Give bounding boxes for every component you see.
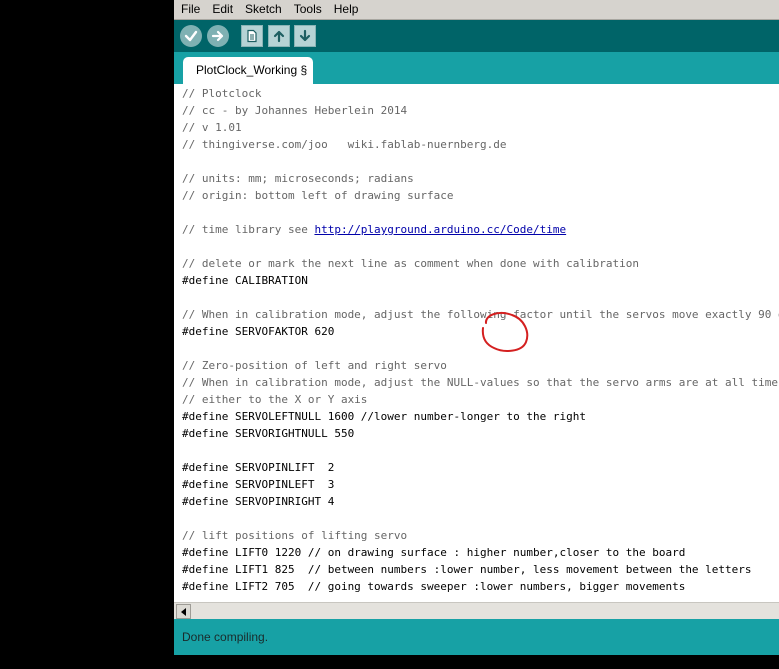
horizontal-scrollbar[interactable] xyxy=(174,602,779,619)
document-icon xyxy=(247,29,257,43)
code-line: // time library see http://playground.ar… xyxy=(182,223,567,236)
code-line: // lift positions of lifting servo xyxy=(182,529,408,542)
tab-bar: PlotClock_Working § xyxy=(174,52,779,84)
code-line: // Plotclock xyxy=(182,87,262,100)
code-line: #define CALIBRATION xyxy=(182,274,308,287)
code-line: // units: mm; microseconds; radians xyxy=(182,172,414,185)
code-line: #define LIFT0 1220 // on drawing surface… xyxy=(182,546,686,559)
code-line: // When in calibration mode, adjust the … xyxy=(182,376,779,389)
tab-plotclock-working[interactable]: PlotClock_Working § xyxy=(183,57,314,84)
menu-edit[interactable]: Edit xyxy=(206,1,239,18)
code-editor[interactable]: // Plotclock // cc - by Johannes Heberlei… xyxy=(174,84,779,602)
code-line: #define SERVORIGHTNULL 550 xyxy=(182,427,355,440)
code-line: // v 1.01 xyxy=(182,121,242,134)
arrow-left-icon xyxy=(181,607,186,616)
status-bar: Done compiling. xyxy=(174,619,779,655)
arduino-ide-window: File Edit Sketch Tools Help PlotClock_Wo… xyxy=(174,0,779,669)
arrow-right-icon xyxy=(211,30,224,42)
code-line: #define SERVOFAKTOR 620 xyxy=(182,325,335,338)
code-line: // origin: bottom left of drawing surfac… xyxy=(182,189,454,202)
menu-bar: File Edit Sketch Tools Help xyxy=(174,0,779,20)
code-line: // cc - by Johannes Heberlein 2014 xyxy=(182,104,408,117)
time-library-link[interactable]: http://playground.arduino.cc/Code/time xyxy=(314,223,566,236)
code-line: // When in calibration mode, adjust the … xyxy=(182,308,779,321)
scroll-left-button[interactable] xyxy=(176,604,191,619)
code-line: // delete or mark the next line as comme… xyxy=(182,257,639,270)
open-button[interactable] xyxy=(268,25,290,47)
menu-sketch[interactable]: Sketch xyxy=(239,1,288,18)
save-button[interactable] xyxy=(294,25,316,47)
code-line: #define LIFT1 825 // between numbers :lo… xyxy=(182,563,752,576)
arrow-down-icon xyxy=(299,29,311,42)
menu-tools[interactable]: Tools xyxy=(288,1,328,18)
code-line: #define SERVOPINLEFT 3 xyxy=(182,478,335,491)
code-line: // thingiverse.com/joo wiki.fablab-nuern… xyxy=(182,138,507,151)
verify-button[interactable] xyxy=(180,25,202,47)
code-line: #define SERVOPINLIFT 2 xyxy=(182,461,335,474)
toolbar xyxy=(174,20,779,52)
console-output xyxy=(174,655,779,669)
new-sketch-button[interactable] xyxy=(241,25,263,47)
code-line: #define SERVOLEFTNULL 1600 //lower numbe… xyxy=(182,410,586,423)
upload-button[interactable] xyxy=(207,25,229,47)
menu-file[interactable]: File xyxy=(174,1,206,18)
checkmark-icon xyxy=(184,30,198,42)
arrow-up-icon xyxy=(273,30,285,43)
code-line: #define LIFT2 705 // going towards sweep… xyxy=(182,580,686,593)
code-line: // Zero-position of left and right servo xyxy=(182,359,447,372)
menu-help[interactable]: Help xyxy=(328,1,365,18)
code-line: // either to the X or Y axis xyxy=(182,393,368,406)
code-line: #define SERVOPINRIGHT 4 xyxy=(182,495,335,508)
status-message: Done compiling. xyxy=(182,630,269,644)
